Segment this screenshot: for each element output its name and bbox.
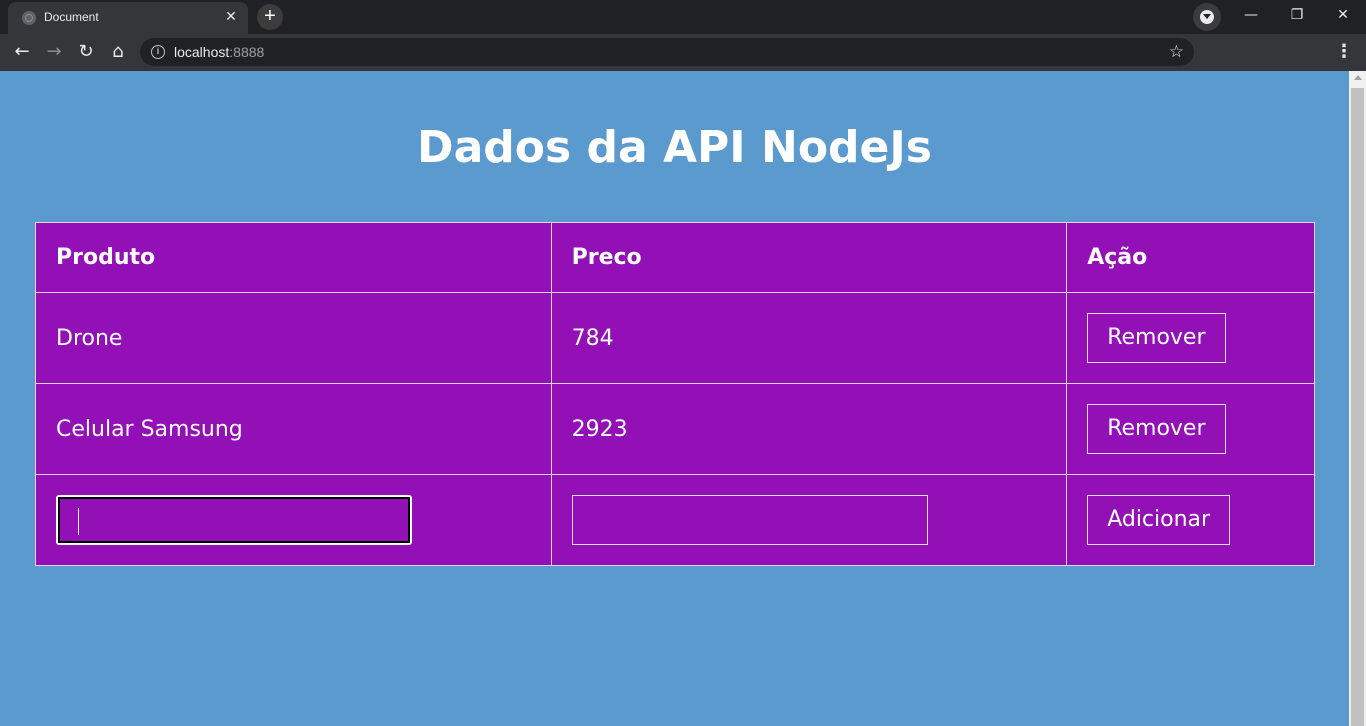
cell-acao: Remover (1066, 383, 1315, 475)
url-port: :8888 (229, 44, 265, 60)
close-tab-icon[interactable]: ✕ (222, 8, 240, 26)
browser-tab[interactable]: Document ✕ (8, 2, 248, 34)
bookmark-star-icon[interactable]: ☆ (1169, 41, 1184, 63)
url-text[interactable]: localhost:8888 (174, 44, 264, 60)
scroll-thumb[interactable] (1351, 88, 1364, 726)
home-button[interactable]: ⌂ (106, 40, 130, 64)
cell-acao: Remover (1066, 292, 1315, 384)
products-table: Produto Preco Ação Drone 784 Remover Cel… (35, 222, 1315, 566)
remove-button[interactable]: Remover (1087, 313, 1226, 363)
table-row: Celular Samsung 2923 Remover (35, 383, 1315, 475)
cell-produto: Celular Samsung (35, 383, 552, 475)
add-product-row: Adicionar (35, 474, 1315, 566)
add-button[interactable]: Adicionar (1087, 495, 1231, 545)
reload-button[interactable]: ↻ (74, 40, 98, 64)
browser-toolbar: ← → ↻ ⌂ i localhost:8888 ☆ ⋮ (0, 34, 1366, 71)
profile-dropdown-icon (1203, 14, 1211, 19)
vertical-scrollbar[interactable] (1349, 71, 1366, 726)
text-caret (78, 508, 79, 535)
cell-preco: 784 (550, 292, 1068, 384)
header-acao: Ação (1066, 222, 1315, 293)
globe-icon (22, 11, 36, 25)
close-window-button[interactable]: ✕ (1320, 0, 1366, 32)
minimize-button[interactable]: — (1228, 0, 1274, 32)
new-tab-button[interactable]: + (257, 4, 283, 30)
cell-preco: 2923 (550, 383, 1068, 475)
header-preco: Preco (550, 222, 1068, 293)
restore-button[interactable]: ❐ (1274, 0, 1320, 32)
forward-button[interactable]: → (42, 40, 66, 64)
table-row: Drone 784 Remover (35, 292, 1315, 384)
tab-title: Document (44, 10, 99, 24)
cell-add: Adicionar (1066, 474, 1315, 566)
address-bar[interactable]: i localhost:8888 ☆ (140, 38, 1194, 66)
browser-menu-icon[interactable]: ⋮ (1334, 40, 1354, 64)
info-icon[interactable]: i (151, 45, 165, 59)
page-title: Dados da API NodeJs (417, 122, 932, 173)
browser-tab-strip: Document ✕ + — ❐ ✕ (0, 0, 1366, 34)
cell-produto: Drone (35, 292, 552, 384)
cell-preco-input (550, 474, 1068, 566)
table-header-row: Produto Preco Ação (35, 222, 1315, 293)
cell-produto-input (35, 474, 552, 566)
header-produto: Produto (35, 222, 552, 293)
back-button[interactable]: ← (10, 40, 34, 64)
url-host: localhost (174, 44, 230, 60)
scroll-up-arrow-icon[interactable] (1354, 75, 1362, 80)
preco-input[interactable] (571, 495, 928, 545)
produto-input[interactable] (56, 495, 412, 545)
remove-button[interactable]: Remover (1087, 404, 1226, 454)
